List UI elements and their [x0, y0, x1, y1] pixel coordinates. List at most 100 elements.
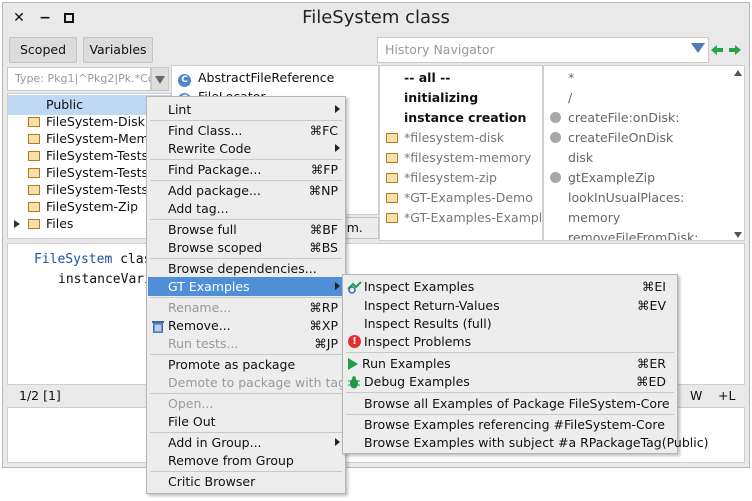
method-item[interactable]: removeFileFromDisk:: [544, 228, 698, 240]
history-navigator-field[interactable]: History Navigator: [377, 37, 709, 63]
method-item[interactable]: /: [544, 88, 572, 108]
package-label: FileSystem-Memor: [46, 131, 162, 146]
package-icon: [386, 153, 398, 163]
menu-shortcut: ⌘NP: [308, 183, 338, 198]
submenu-arrow-icon: [335, 144, 340, 152]
menu-item-lint[interactable]: Lint: [148, 100, 344, 119]
gt-examples-submenu: Inspect Examples ⌘EI Inspect Return-Value…: [342, 274, 709, 454]
menu-label: Run tests...: [168, 336, 239, 351]
error-icon: !: [348, 335, 361, 348]
trash-icon: [152, 319, 164, 334]
menu-item-remove[interactable]: Remove... ⌘XP: [148, 316, 344, 335]
menu-item-browse-full[interactable]: Browse full ⌘BF: [148, 220, 344, 239]
menu-item-browse-dependencies[interactable]: Browse dependencies...: [148, 259, 344, 278]
submenu-item-inspect-problems[interactable]: ! Inspect Problems: [344, 332, 676, 351]
submenu-item-browse-subject[interactable]: Browse Examples with subject #a RPackage…: [344, 433, 709, 452]
scroll-down-icon[interactable]: [734, 232, 742, 238]
menu-label: Remove from Group: [168, 453, 294, 468]
protocol-item[interactable]: -- all --: [380, 68, 450, 88]
package-icon: [386, 213, 398, 223]
back-arrow-icon[interactable]: [711, 43, 723, 55]
package-label: FileSystem-Zip: [46, 199, 139, 214]
menu-item-browse-scoped[interactable]: Browse scoped ⌘BS: [148, 238, 344, 257]
submenu-arrow-icon: [335, 438, 340, 446]
window-title: FileSystem class: [302, 7, 450, 28]
menu-shortcut: ⌘EI: [641, 279, 666, 294]
cursor-position: 1/2 [1]: [19, 388, 61, 403]
class-item[interactable]: C AbstractFileReference: [172, 68, 334, 88]
method-item[interactable]: memory: [544, 208, 620, 228]
menu-label: Rewrite Code: [168, 141, 252, 156]
menu-item-add-in-group[interactable]: Add in Group...: [148, 433, 344, 452]
menu-item-find-class[interactable]: Find Class... ⌘FC: [148, 121, 344, 140]
scroll-up-icon[interactable]: [734, 70, 742, 76]
menu-label: Demote to package with tag: [168, 375, 346, 390]
scoped-button[interactable]: Scoped: [9, 37, 77, 63]
protocol-item[interactable]: *filesystem-disk: [380, 128, 504, 148]
chevron-down-icon: [155, 76, 165, 84]
history-dropdown-icon[interactable]: [691, 43, 705, 53]
menu-label: Debug Examples: [364, 374, 470, 389]
menu-item-critic-browser[interactable]: Critic Browser: [148, 472, 344, 491]
package-icon: [386, 193, 398, 203]
variables-button[interactable]: Variables: [83, 37, 153, 63]
package-icon: [28, 117, 40, 127]
menu-shortcut: ⌘RP: [309, 300, 338, 315]
expand-arrow-icon[interactable]: [14, 220, 20, 228]
menu-label: Browse dependencies...: [168, 261, 317, 276]
menu-item-rewrite-code[interactable]: Rewrite Code: [148, 139, 344, 158]
menu-item-add-tag[interactable]: Add tag...: [148, 199, 344, 218]
menu-shortcut: ⌘BS: [309, 240, 338, 255]
protocol-item[interactable]: *GT-Examples-Demo: [380, 188, 533, 208]
protocol-item[interactable]: *filesystem-zip: [380, 168, 497, 188]
context-menu: Lint Find Class... ⌘FC Rewrite Code Find …: [146, 96, 346, 494]
package-icon: [386, 133, 398, 143]
forward-arrow-icon[interactable]: [729, 43, 741, 55]
menu-item-file-out[interactable]: File Out: [148, 412, 344, 431]
bug-icon: [347, 375, 361, 389]
menu-item-remove-from-group[interactable]: Remove from Group: [148, 451, 344, 470]
submenu-item-inspect-examples[interactable]: Inspect Examples ⌘EI: [344, 277, 676, 296]
package-icon: [28, 151, 40, 161]
submenu-item-run-examples[interactable]: Run Examples ⌘ER: [344, 354, 676, 373]
menu-label: File Out: [168, 414, 216, 429]
method-label: gtExampleZip: [568, 170, 656, 185]
method-item[interactable]: *: [544, 68, 574, 88]
protocol-item[interactable]: initializing: [380, 88, 478, 108]
submenu-item-debug-examples[interactable]: Debug Examples ⌘ED: [344, 372, 676, 391]
menu-item-gt-examples[interactable]: GT Examples: [148, 277, 344, 296]
method-item[interactable]: lookInUsualPlaces:: [544, 188, 684, 208]
package-filter-input[interactable]: Type: Pkg1|^Pkg2|Pk.*Co: [7, 67, 151, 91]
protocol-item[interactable]: *filesystem-memory: [380, 148, 531, 168]
menu-label: Browse all Examples of Package FileSyste…: [364, 396, 670, 411]
wrap-toggle[interactable]: W: [690, 388, 702, 403]
package-icon: [28, 134, 40, 144]
class-label: AbstractFileReference: [198, 70, 335, 85]
filter-dropdown-button[interactable]: [151, 67, 169, 91]
line-numbers-toggle[interactable]: +L: [718, 388, 735, 403]
menu-shortcut: ⌘FP: [310, 162, 338, 177]
protocol-item[interactable]: instance creation: [380, 108, 526, 128]
submenu-item-browse-referencing[interactable]: Browse Examples referencing #FileSystem-…: [344, 415, 676, 434]
menu-label: Open...: [168, 396, 214, 411]
submenu-item-browse-all-examples[interactable]: Browse all Examples of Package FileSyste…: [344, 394, 676, 413]
menu-item-find-package[interactable]: Find Package... ⌘FP: [148, 160, 344, 179]
menu-item-add-package[interactable]: Add package... ⌘NP: [148, 181, 344, 200]
protocol-item[interactable]: *GT-Examples-Examples: [380, 208, 542, 228]
menu-label: Inspect Results (full): [364, 316, 492, 331]
method-item[interactable]: createFileOnDisk: [544, 128, 673, 148]
menu-label: Critic Browser: [168, 474, 256, 489]
menu-item-run-tests: Run tests... ⌘JP: [148, 334, 344, 353]
protocol-label: *GT-Examples-Demo: [404, 190, 533, 205]
package-item[interactable]: Files: [8, 214, 73, 234]
menu-label: Find Package...: [168, 162, 262, 177]
menu-item-promote[interactable]: Promote as package: [148, 355, 344, 374]
method-item[interactable]: disk: [544, 148, 593, 168]
menu-label: Lint: [168, 102, 192, 117]
submenu-item-inspect-results[interactable]: Inspect Results (full): [344, 314, 676, 333]
method-item[interactable]: createFile:onDisk:: [544, 108, 679, 128]
method-item[interactable]: gtExampleZip: [544, 168, 655, 188]
menu-label: Remove...: [168, 318, 231, 333]
submenu-item-inspect-return-values[interactable]: Inspect Return-Values ⌘EV: [344, 296, 676, 315]
method-label: createFileOnDisk: [568, 130, 674, 145]
